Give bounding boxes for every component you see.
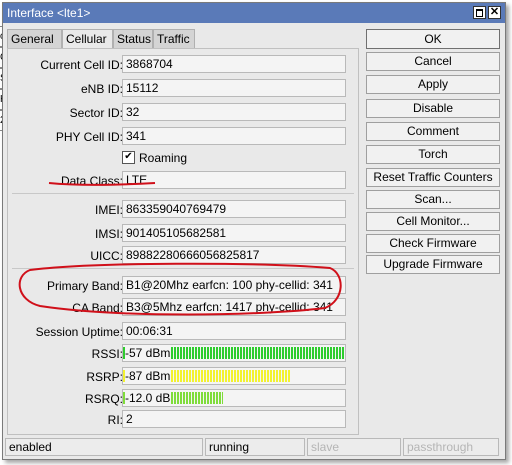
primary-band-field[interactable]: B1@20Mhz earfcn: 100 phy-cellid: 341 — [122, 276, 346, 294]
imsi-field[interactable]: 901405105682581 — [122, 224, 346, 242]
enb-id-label: eNB ID: — [80, 82, 123, 96]
primary-band-label: Primary Band: — [46, 279, 123, 293]
roaming-row: ✔ Roaming — [8, 149, 360, 169]
ca-band-label: CA Band: — [72, 301, 123, 315]
cellular-panel: Current Cell ID: 3868704 eNB ID: 15112 S… — [7, 48, 359, 435]
imei-row: IMEI: 863359040769479 — [8, 200, 360, 220]
imei-label: IMEI: — [94, 203, 123, 217]
current-cell-id-label: Current Cell ID: — [40, 58, 123, 72]
ri-label: RI: — [107, 413, 123, 427]
rsrp-value: -87 dBm — [125, 369, 171, 384]
rsrq-meter: -12.0 dB — [122, 389, 346, 407]
uicc-row: UICC: 89882280666056825817 — [8, 246, 360, 266]
sector-id-row: Sector ID: 32 — [8, 103, 360, 123]
check-firmware-button[interactable]: Check Firmware — [366, 234, 500, 253]
disable-button[interactable]: Disable — [366, 99, 500, 118]
imsi-label: IMSI: — [94, 227, 123, 241]
enb-id-field[interactable]: 15112 — [122, 79, 346, 97]
data-class-field[interactable]: LTE — [122, 171, 346, 189]
rsrp-row: RSRP: -87 dBm — [8, 367, 360, 387]
checkmark-icon: ✔ — [122, 151, 135, 164]
scan-button[interactable]: Scan... — [366, 190, 500, 209]
status-bar: enabled running slave passthrough — [5, 438, 505, 458]
roaming-label: Roaming — [139, 151, 188, 165]
rssi-meter: -57 dBm — [122, 344, 346, 362]
rsrq-value: -12.0 dB — [125, 391, 171, 406]
cell-monitor-button[interactable]: Cell Monitor... — [366, 212, 500, 231]
rsrp-label: RSRP: — [86, 370, 123, 384]
data-class-row: Data Class: LTE — [8, 171, 360, 191]
rssi-row: RSSI: -57 dBm — [8, 344, 360, 364]
session-uptime-label: Session Uptime: — [35, 325, 123, 339]
uicc-label: UICC: — [90, 249, 123, 263]
rssi-value: -57 dBm — [125, 346, 171, 361]
phy-cell-id-field[interactable]: 341 — [122, 127, 346, 145]
status-slave: slave — [307, 438, 401, 456]
rsrq-label: RSRQ: — [84, 392, 123, 406]
imsi-row: IMSI: 901405105682581 — [8, 224, 360, 244]
imei-field[interactable]: 863359040769479 — [122, 200, 346, 218]
comment-button[interactable]: Comment — [366, 122, 500, 141]
session-uptime-row: Session Uptime: 00:06:31 — [8, 322, 360, 342]
ri-field[interactable]: 2 — [122, 410, 346, 428]
ca-band-field[interactable]: B3@5Mhz earfcn: 1417 phy-cellid: 341 — [122, 298, 346, 316]
interface-dialog: Interface <lte1> ✕ General Cellular Stat… — [2, 2, 506, 460]
status-passthrough: passthrough — [403, 438, 499, 456]
sector-id-label: Sector ID: — [69, 106, 123, 120]
sector-id-field[interactable]: 32 — [122, 103, 346, 121]
upgrade-firmware-button[interactable]: Upgrade Firmware — [366, 255, 500, 274]
ca-band-row: CA Band: B3@5Mhz earfcn: 1417 phy-cellid… — [8, 298, 360, 318]
session-uptime-field[interactable]: 00:06:31 — [122, 322, 346, 340]
status-enabled: enabled — [5, 438, 203, 456]
tab-traffic[interactable]: Traffic — [153, 29, 195, 48]
current-cell-id-field[interactable]: 3868704 — [122, 55, 346, 73]
cancel-button[interactable]: Cancel — [366, 52, 500, 71]
divider — [12, 268, 354, 269]
rsrp-meter: -87 dBm — [122, 367, 346, 385]
current-cell-id-row: Current Cell ID: 3868704 — [8, 55, 360, 75]
ri-row: RI: 2 — [8, 410, 360, 430]
data-class-label: Data Class: — [60, 174, 123, 188]
window-title: Interface <lte1> — [7, 6, 91, 20]
rssi-label: RSSI: — [91, 347, 123, 361]
uicc-field[interactable]: 89882280666056825817 — [122, 246, 346, 264]
close-icon[interactable]: ✕ — [488, 6, 501, 19]
maximize-icon[interactable] — [473, 6, 486, 19]
reset-traffic-counters-button[interactable]: Reset Traffic Counters — [366, 168, 500, 187]
primary-band-row: Primary Band: B1@20Mhz earfcn: 100 phy-c… — [8, 276, 360, 296]
phy-cell-id-label: PHY Cell ID: — [55, 130, 123, 144]
status-running: running — [205, 438, 305, 456]
tab-general[interactable]: General — [7, 29, 62, 48]
torch-button[interactable]: Torch — [366, 145, 500, 164]
rsrq-row: RSRQ: -12.0 dB — [8, 389, 360, 409]
title-bar[interactable]: Interface <lte1> ✕ — [3, 3, 505, 23]
ok-button[interactable]: OK — [366, 29, 500, 49]
phy-cell-id-row: PHY Cell ID: 341 — [8, 127, 360, 147]
divider — [12, 193, 354, 194]
enb-id-row: eNB ID: 15112 — [8, 79, 360, 99]
tab-status[interactable]: Status — [113, 29, 153, 48]
tab-cellular[interactable]: Cellular — [62, 29, 113, 49]
apply-button[interactable]: Apply — [366, 75, 500, 94]
